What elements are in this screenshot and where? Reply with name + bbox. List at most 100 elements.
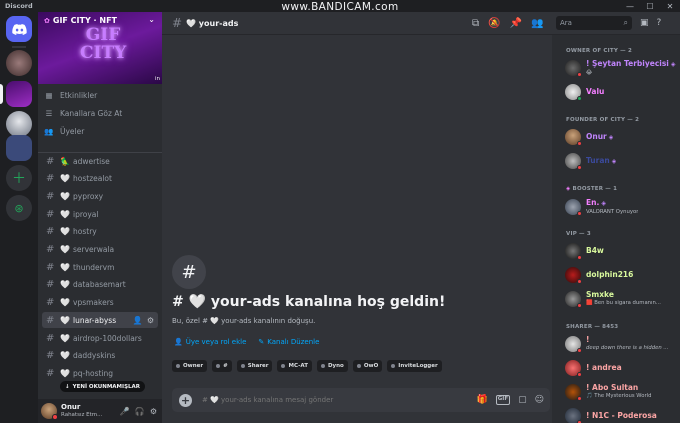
nav-item-events[interactable]: ▦ Etkinlikler xyxy=(44,87,97,103)
minimize-icon[interactable]: — xyxy=(620,0,640,12)
channel-item[interactable]: # 🤍 thundervm xyxy=(42,259,158,275)
search-icon: ⌕ xyxy=(623,18,628,27)
avatar xyxy=(565,84,582,101)
channel-item[interactable]: # 🤍 pyproxy xyxy=(42,188,158,204)
gear-icon[interactable]: ⚙ xyxy=(147,316,154,325)
role-header: OWNER OF CITY — 2 xyxy=(566,48,632,54)
channel-item[interactable]: # 🤍 daddyskins xyxy=(42,347,158,363)
avatar xyxy=(565,129,582,146)
threads-icon[interactable]: ⧉ xyxy=(472,18,479,29)
member-item[interactable]: B4w xyxy=(565,241,677,261)
hash-icon: # xyxy=(46,349,55,361)
channel-item[interactable]: # 🤍 airdrop-100dollars xyxy=(42,330,158,346)
title-bar: Discord www.BANDICAM.com — ☐ ✕ xyxy=(0,0,680,13)
welcome-subtitle: Bu, özel # 🤍 your-ads kanalının doğuşu. xyxy=(172,317,316,325)
message-input[interactable] xyxy=(202,396,452,404)
member-item[interactable]: Smxke 🟥 Ben bu sigara dumanın... xyxy=(565,289,677,309)
role-header: FOUNDER OF CITY — 2 xyxy=(566,117,640,123)
server-banner[interactable]: ✿ GIF CITY · NFT ⌄ GIF CITY in xyxy=(38,12,162,84)
hash-icon: # xyxy=(46,172,55,184)
member-item[interactable]: Onur ◈ xyxy=(565,127,677,147)
avatar xyxy=(565,267,582,284)
channel-item[interactable]: # 🤍 vpsmakers xyxy=(42,294,158,310)
channel-item-active[interactable]: # 🤍 lunar-abyss 👤 ⚙ xyxy=(42,312,158,328)
add-member-icon[interactable]: 👤 xyxy=(133,316,143,325)
channel-item[interactable]: # 🤍 pq-hosting xyxy=(42,365,158,381)
member-item[interactable]: En. ◈ VALORANT Oynuyor xyxy=(565,197,677,217)
hash-icon: # xyxy=(46,225,55,237)
channel-item[interactable]: # 🤍 databasemart xyxy=(42,276,158,292)
avatar xyxy=(565,408,582,423)
role-tag[interactable]: # xyxy=(212,360,232,372)
member-item[interactable]: dolphin216 xyxy=(565,265,677,285)
booster-badge-icon: ◈ xyxy=(608,133,614,141)
member-item[interactable]: ! Abo Sultan 🎵 The Mysterious World xyxy=(565,382,677,402)
gift-icon[interactable]: 🎁 xyxy=(477,395,488,405)
hash-icon: # xyxy=(46,243,55,255)
user-name: Onur xyxy=(61,403,81,411)
deafen-icon[interactable]: 🎧 xyxy=(135,407,145,416)
booster-badge-icon: ◈ xyxy=(601,199,606,207)
avatar[interactable] xyxy=(41,403,58,420)
server-rail: ＋ ⊛ xyxy=(0,12,38,423)
role-tag[interactable]: Dyno xyxy=(316,360,348,372)
help-icon[interactable]: ? xyxy=(657,18,662,28)
explore-servers-button[interactable]: ⊛ xyxy=(6,195,32,221)
new-unreads-pill[interactable]: ↓ YENİ OKUNMAMIŞLAR xyxy=(60,381,146,392)
avatar xyxy=(565,291,582,308)
server-icon-1[interactable] xyxy=(6,50,32,76)
channel-item[interactable]: # 🤍 hostzealot xyxy=(42,170,158,186)
rail-divider xyxy=(12,46,26,48)
plus-icon[interactable]: + xyxy=(179,393,192,407)
notification-bell-icon[interactable]: 🔕 xyxy=(488,18,500,29)
mute-mic-icon[interactable]: 🎤 xyxy=(120,407,130,416)
inbox-icon[interactable]: ▣ xyxy=(640,18,649,28)
close-icon[interactable]: ✕ xyxy=(660,0,680,12)
add-members-link[interactable]: 👤 Üye veya rol ekle xyxy=(174,338,246,346)
server-icon-3[interactable] xyxy=(6,111,32,137)
selected-server-pill xyxy=(0,84,3,104)
role-tag[interactable]: OwO xyxy=(352,360,383,372)
role-tag[interactable]: InviteLogger xyxy=(387,360,442,372)
member-item[interactable]: ! Şeytan Terbiyecisi ◈ 😂 xyxy=(565,58,677,78)
member-item[interactable]: ! andrea xyxy=(565,358,677,378)
role-header: SHARER — 8453 xyxy=(566,324,619,330)
channel-item[interactable]: # 🤍 iproyal xyxy=(42,206,158,222)
edit-channel-link[interactable]: ✎ Kanalı Düzenle xyxy=(258,338,319,346)
channel-item[interactable]: # 🤍 serverwala xyxy=(42,241,158,257)
server-icon-gif-city[interactable] xyxy=(6,81,32,107)
member-item[interactable]: Valu xyxy=(565,82,677,102)
member-item[interactable]: ! N1C - Poderosa xyxy=(565,406,677,423)
server-badge-icon: ✿ xyxy=(44,16,50,25)
browse-channels-icon: ☰ xyxy=(45,108,53,118)
nav-item-members[interactable]: 👥 Üyeler xyxy=(44,123,84,139)
channel-item[interactable]: # 🦜 adwertise xyxy=(42,153,158,169)
sticker-icon[interactable]: ▢ xyxy=(518,395,527,405)
pin-icon[interactable]: 📌 xyxy=(510,18,522,29)
add-server-button[interactable]: ＋ xyxy=(6,165,32,191)
nav-item-browse-channels[interactable]: ☰ Kanallara Göz At xyxy=(44,105,123,121)
member-list-icon[interactable]: 👥 xyxy=(531,18,543,29)
hash-icon: # xyxy=(172,16,183,30)
search-input[interactable]: Ara ⌕ xyxy=(556,16,632,30)
channel-item[interactable]: # 🤍 hostry xyxy=(42,223,158,239)
role-tag[interactable]: Sharer xyxy=(236,360,273,372)
member-item[interactable]: Turan ◈ xyxy=(565,151,677,171)
gif-icon[interactable]: GIF xyxy=(495,395,511,405)
role-tag[interactable]: Owner xyxy=(172,360,208,372)
add-member-icon: 👤 xyxy=(174,338,183,346)
hash-icon: # xyxy=(46,190,55,202)
home-button[interactable] xyxy=(6,16,32,42)
server-folder[interactable] xyxy=(6,135,32,161)
maximize-icon[interactable]: ☐ xyxy=(640,0,660,12)
member-item[interactable]: ! deep down there is a hidden ... xyxy=(565,334,677,354)
emoji-icon[interactable]: ☺ xyxy=(535,395,544,405)
members-icon: 👥 xyxy=(44,126,54,136)
avatar xyxy=(565,243,582,260)
user-status: Rahatsız Etm... xyxy=(61,412,103,418)
chevron-down-icon[interactable]: ⌄ xyxy=(148,15,155,24)
hash-icon: # xyxy=(46,332,55,344)
role-tag[interactable]: MC-AT xyxy=(277,360,312,372)
gear-icon[interactable]: ⚙ xyxy=(150,407,157,416)
hash-icon: # xyxy=(46,367,55,379)
